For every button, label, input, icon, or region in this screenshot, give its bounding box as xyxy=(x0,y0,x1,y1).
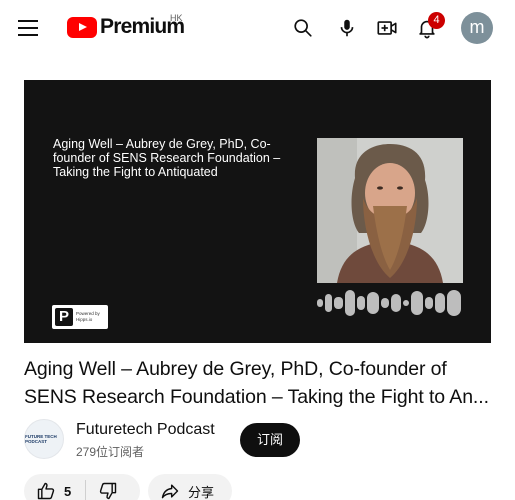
share-button[interactable]: 分享 xyxy=(148,474,232,500)
notifications-button[interactable]: 4 xyxy=(413,12,445,42)
create-button[interactable] xyxy=(373,14,401,42)
region-label: HK xyxy=(170,13,183,23)
voice-search-button[interactable] xyxy=(333,14,361,42)
channel-avatar-text: FUTURE TECH PODCAST xyxy=(25,434,57,444)
like-button[interactable]: 5 xyxy=(24,474,71,500)
youtube-logo-icon xyxy=(67,16,97,38)
notification-badge: 4 xyxy=(428,12,445,29)
channel-avatar[interactable]: FUTURE TECH PODCAST xyxy=(24,419,64,459)
podcast-platform-logo: P Powered by Hipps.io xyxy=(52,305,108,329)
share-label: 分享 xyxy=(188,484,215,500)
thumbnail-overlay-title: Aging Well – Aubrey de Grey, PhD, Co-fou… xyxy=(53,137,281,179)
thumbs-up-icon xyxy=(37,482,55,500)
video-thumbnail[interactable]: Aging Well – Aubrey de Grey, PhD, Co-fou… xyxy=(24,80,491,343)
thumbs-down-icon xyxy=(100,482,117,500)
menu-icon[interactable] xyxy=(14,14,42,42)
subscribe-button[interactable]: 订阅 xyxy=(240,423,300,457)
share-button-inner: 分享 xyxy=(148,481,214,500)
podcast-logo-letter: P xyxy=(55,308,73,326)
search-button[interactable] xyxy=(289,14,317,42)
channel-name[interactable]: Futuretech Podcast xyxy=(76,421,215,439)
create-icon xyxy=(377,21,397,35)
share-icon xyxy=(161,484,179,499)
audio-waveform xyxy=(317,290,461,316)
account-avatar[interactable]: m xyxy=(461,12,493,44)
guest-photo xyxy=(317,138,463,283)
like-dislike-group: 5 xyxy=(24,474,140,500)
mic-icon xyxy=(340,19,354,37)
dislike-button[interactable] xyxy=(86,474,118,500)
top-bar: Premium HK 4 m xyxy=(0,0,515,56)
like-count: 5 xyxy=(64,483,72,499)
subscriber-count: 279位订阅者 xyxy=(76,445,145,459)
podcast-logo-caption: Powered by Hipps.io xyxy=(76,311,100,322)
search-icon xyxy=(294,19,312,37)
video-title: Aging Well – Aubrey de Grey, PhD, Co-fou… xyxy=(24,358,489,408)
youtube-premium-logo[interactable]: Premium xyxy=(67,15,185,39)
